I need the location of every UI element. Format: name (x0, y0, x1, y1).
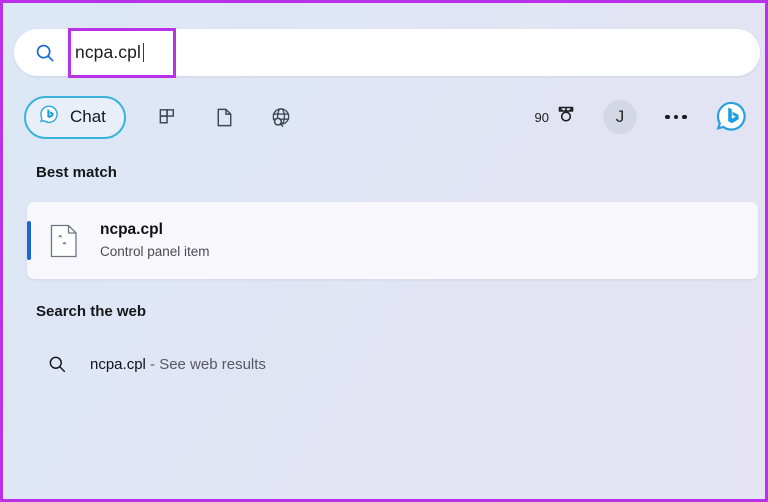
more-options-icon[interactable] (661, 107, 691, 127)
web-result-query: ncpa.cpl (90, 355, 146, 373)
search-input[interactable]: ncpa.cpl (14, 29, 760, 76)
best-match-heading: Best match (36, 164, 117, 181)
rewards-badge[interactable]: 90 (535, 103, 578, 132)
text-caret (142, 43, 144, 62)
search-filter-toolbar: Chat 90 J (3, 91, 765, 143)
web-result-label: ncpa.cpl - See web results (90, 356, 266, 373)
web-result-row[interactable]: ncpa.cpl - See web results (27, 345, 758, 383)
best-match-title: ncpa.cpl (100, 220, 163, 238)
search-icon (34, 42, 56, 64)
tab-chat[interactable]: Chat (24, 95, 126, 139)
bing-chat-icon (38, 104, 60, 131)
control-panel-item-icon (49, 224, 79, 258)
best-match-text-block: ncpa.cpl Control panel item (100, 220, 210, 262)
search-icon (47, 354, 68, 375)
web-result-suffix: - See web results (145, 355, 266, 373)
tab-chat-label: Chat (70, 107, 106, 126)
bing-logo-icon[interactable] (715, 100, 749, 134)
windows-search-panel: ncpa.cpl Chat 90 J Best match ncpa.cpl C… (0, 0, 768, 502)
avatar[interactable]: J (603, 100, 637, 134)
search-the-web-heading: Search the web (36, 303, 147, 320)
apps-grid-icon[interactable] (156, 104, 182, 130)
best-match-result[interactable]: ncpa.cpl Control panel item (27, 202, 758, 279)
best-match-subtitle: Control panel item (100, 243, 210, 259)
selection-indicator (27, 221, 31, 260)
avatar-initial: J (615, 107, 625, 126)
search-input-value: ncpa.cpl (75, 42, 141, 62)
globe-search-icon[interactable] (268, 104, 294, 130)
rewards-count: 90 (534, 109, 549, 125)
rewards-medal-icon (554, 103, 578, 132)
document-icon[interactable] (212, 104, 238, 130)
